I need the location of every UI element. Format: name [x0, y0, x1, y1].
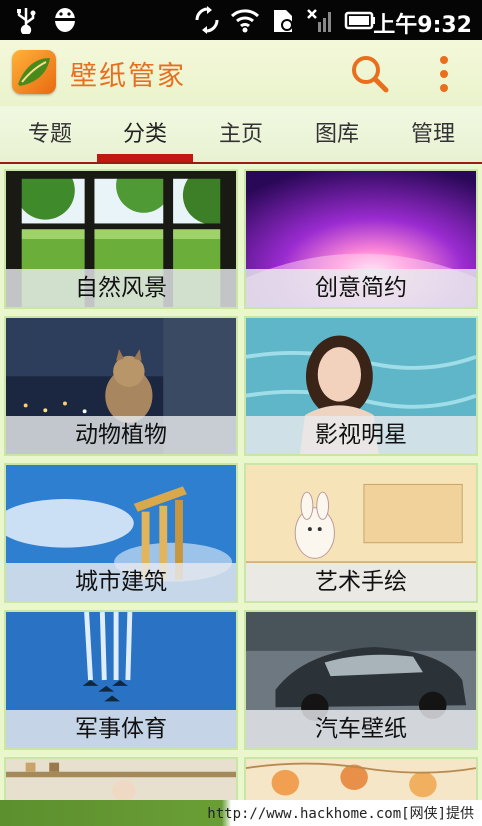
category-card-cars[interactable]: 汽车壁纸: [244, 610, 478, 750]
active-tab-indicator: [97, 154, 193, 162]
no-signal-icon: [307, 9, 331, 32]
category-label: 军事体育: [6, 710, 236, 748]
android-debug-icon: [54, 8, 76, 32]
tab-manage[interactable]: 管理: [385, 106, 481, 162]
sd-card-icon: [274, 10, 293, 32]
category-card-partial-right[interactable]: [244, 757, 478, 802]
category-grid: 自然风景 创意简约 动物植物 影视明星 城市建筑 艺术手绘 军事体育 汽车壁纸: [0, 166, 482, 826]
usb-icon: [17, 8, 36, 34]
category-tabs: 专题 分类 主页 图库 管理: [0, 106, 482, 164]
app-title: 壁纸管家: [70, 61, 186, 92]
search-button[interactable]: [348, 52, 392, 96]
category-label: 自然风景: [6, 269, 236, 307]
status-bar: 上午9:32: [0, 0, 482, 40]
tab-home[interactable]: 主页: [193, 106, 289, 162]
watermark-bar: http://www.hackhome.com[网侠]提供: [0, 800, 482, 826]
category-card-creative[interactable]: 创意简约: [244, 169, 478, 309]
wifi-icon: [230, 9, 260, 33]
category-card-art[interactable]: 艺术手绘: [244, 463, 478, 603]
category-card-architecture[interactable]: 城市建筑: [4, 463, 238, 603]
watermark-text: http://www.hackhome.com[网侠]提供: [207, 806, 474, 822]
partial-right-thumbnail: [246, 759, 476, 800]
status-time: 上午9:32: [373, 13, 472, 38]
category-card-partial-left[interactable]: [4, 757, 238, 802]
sync-icon: [195, 6, 219, 34]
tab-topics[interactable]: 专题: [2, 106, 98, 162]
category-label: 影视明星: [246, 416, 476, 454]
category-label: 创意简约: [246, 269, 476, 307]
category-label: 城市建筑: [6, 563, 236, 601]
app-logo: [12, 50, 56, 94]
category-label: 动物植物: [6, 416, 236, 454]
category-card-celebrity[interactable]: 影视明星: [244, 316, 478, 456]
search-icon: [352, 56, 389, 93]
category-card-sports[interactable]: 军事体育: [4, 610, 238, 750]
overflow-menu-button[interactable]: [430, 52, 458, 96]
category-label: 汽车壁纸: [246, 710, 476, 748]
category-card-nature[interactable]: 自然风景: [4, 169, 238, 309]
more-vertical-icon: [440, 56, 448, 92]
app-header: 壁纸管家: [0, 40, 482, 106]
category-label: 艺术手绘: [246, 563, 476, 601]
tab-gallery[interactable]: 图库: [289, 106, 385, 162]
category-card-animals[interactable]: 动物植物: [4, 316, 238, 456]
partial-left-thumbnail: [6, 759, 236, 800]
